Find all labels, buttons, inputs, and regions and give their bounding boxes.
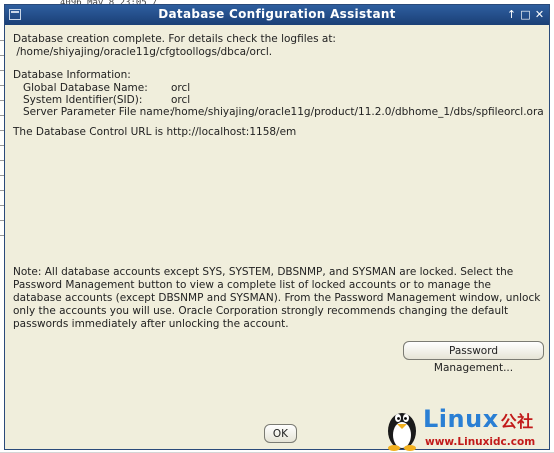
info-row-sid: System Identifier(SID): orcl (13, 94, 541, 106)
tux-penguin-icon (388, 413, 416, 451)
info-value: /home/shiyajing/oracle11g/product/11.2.0… (171, 106, 544, 118)
db-control-url: The Database Control URL is http://local… (13, 126, 297, 138)
title-bar[interactable]: Database Configuration Assistant ↑ □ ✕ (5, 5, 549, 25)
close-icon[interactable]: ✕ (533, 8, 546, 21)
dbca-dialog: Database Configuration Assistant ↑ □ ✕ D… (4, 4, 551, 453)
up-arrow-icon[interactable]: ↑ (505, 8, 518, 21)
watermark-brand: Linux (423, 405, 499, 433)
watermark-url: www.Linuxidc.com (425, 436, 536, 448)
linuxidc-watermark: Linux 公社 www.Linuxidc.com (383, 405, 551, 453)
info-value: orcl (171, 94, 191, 106)
info-row-global-name: Global Database Name: orcl (13, 82, 541, 94)
watermark-brand-cn: 公社 (500, 412, 534, 431)
log-path: /home/shiyajing/oracle11g/cfgtoollogs/db… (13, 46, 273, 58)
ok-button[interactable]: OK (264, 424, 297, 443)
password-management-button[interactable]: Password Management... (403, 341, 544, 374)
info-label: Global Database Name: (23, 82, 148, 94)
info-label: System Identifier(SID): (23, 94, 143, 106)
info-heading: Database Information: (13, 69, 131, 81)
info-value: orcl (171, 82, 191, 94)
info-row-spfile: Server Parameter File name: /home/shiyaj… (13, 106, 544, 118)
completion-summary: Database creation complete. For details … (13, 33, 544, 139)
maximize-icon[interactable]: □ (519, 8, 532, 21)
window-title: Database Configuration Assistant (158, 7, 396, 21)
password-note: Note: All database accounts except SYS, … (13, 266, 541, 330)
intro-line-1: Database creation complete. For details … (13, 33, 336, 45)
info-label: Server Parameter File name: (23, 106, 173, 118)
